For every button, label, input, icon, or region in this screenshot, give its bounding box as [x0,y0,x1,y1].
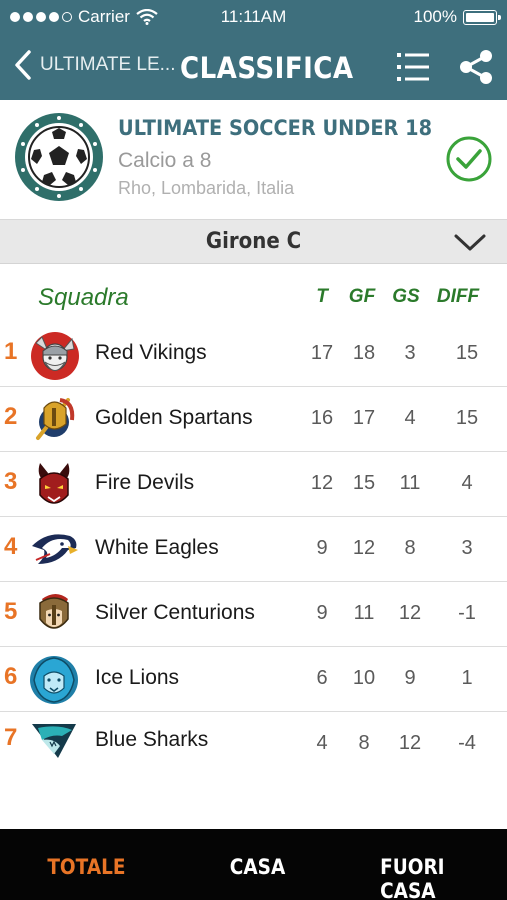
devil-crest-icon [38,463,70,504]
back-button[interactable]: ULTIMATE LE... [14,50,176,80]
team-name: White Eagles [95,536,219,559]
cell-gs: 9 [404,667,416,689]
rank: 1 [4,338,18,365]
viking-crest-icon [31,332,79,380]
team-name: Silver Centurions [95,601,255,624]
bottom-tab-bar: TOTALE CASA FUORI CASA [0,829,507,900]
cell-diff: 15 [455,342,479,364]
rank: 4 [4,533,18,560]
cell-gs: 8 [404,537,416,559]
rank: 6 [4,663,18,690]
team-name: Fire Devils [95,471,195,494]
battery-icon [463,9,501,25]
standings-header: Squadra T GF GS DIFF [0,278,507,322]
group-selector[interactable]: Girone C [0,220,507,264]
team-name: Blue Sharks [95,728,209,751]
rank: 3 [4,468,18,495]
table-row[interactable]: 4 White Eagles 9 12 8 3 [0,517,507,582]
rank: 2 [4,403,18,430]
back-label: ULTIMATE LE... [40,54,176,75]
status-bar: Carrier 11:11AM 100% [0,0,507,34]
table-row[interactable]: 1 Red Vikings 17 18 3 15 [0,322,507,387]
spartan-crest-icon [36,398,75,440]
lion-crest-icon [30,656,78,704]
table-row[interactable]: 3 Fire Devils 12 15 11 4 [0,452,507,517]
column-gs: GS [392,286,420,307]
cell-gs: 11 [399,472,421,494]
tournament-name: ULTIMATE SOCCER UNDER 18 [118,116,433,140]
cell-diff: 15 [455,407,479,429]
table-row[interactable]: 7 Blue Sharks 4 8 12 -4 [0,712,507,777]
chevron-left-icon [15,50,31,80]
cell-diff: 3 [461,537,473,559]
column-team: Squadra [38,284,129,311]
rank: 7 [4,724,18,751]
tournament-logo-icon [15,113,103,201]
cell-diff: -4 [458,732,476,754]
tab-fuori-casa[interactable]: FUORI CASA [380,855,499,900]
eagle-crest-icon [32,534,78,564]
check-circle-icon[interactable] [446,136,492,182]
cell-diff: 1 [461,667,473,689]
list-icon[interactable] [395,49,431,85]
battery-percent: 100% [413,7,457,26]
cell-gs: 3 [404,342,416,364]
team-name: Red Vikings [95,341,207,364]
cell-gs: 12 [398,602,422,624]
top-bar: Carrier 11:11AM 100% ULTIMATE LE... CLAS… [0,0,507,100]
team-name: Golden Spartans [95,406,253,429]
tournament-type: Calcio a 8 [118,149,212,172]
column-diff: DIFF [436,286,480,307]
table-row[interactable]: 6 Ice Lions 6 10 9 1 [0,647,507,712]
cell-diff: -1 [458,602,476,624]
chevron-down-icon[interactable] [453,230,487,254]
table-row[interactable]: 5 Silver Centurions 9 11 12 -1 [0,582,507,647]
tournament-location: Rho, Lombarida, Italia [118,178,295,198]
centurion-crest-icon [39,594,69,629]
rank: 5 [4,598,18,625]
page-title: CLASSIFICA [180,51,354,85]
group-label: Girone C [205,229,302,254]
status-right: 100% [413,7,501,27]
team-name: Ice Lions [95,666,180,689]
tournament-header: ULTIMATE SOCCER UNDER 18 Calcio a 8 Rho,… [0,100,507,220]
share-icon[interactable] [458,49,494,85]
shark-crest-icon [32,724,76,758]
cell-gs: 4 [404,407,416,429]
cell-diff: 4 [461,472,473,494]
nav-bar: ULTIMATE LE... CLASSIFICA [0,34,507,100]
tab-casa[interactable]: CASA [230,855,285,879]
tab-totale[interactable]: TOTALE [47,855,125,879]
cell-gs: 12 [398,732,422,754]
table-row[interactable]: 2 Golden Spartans 16 17 4 15 [0,387,507,452]
